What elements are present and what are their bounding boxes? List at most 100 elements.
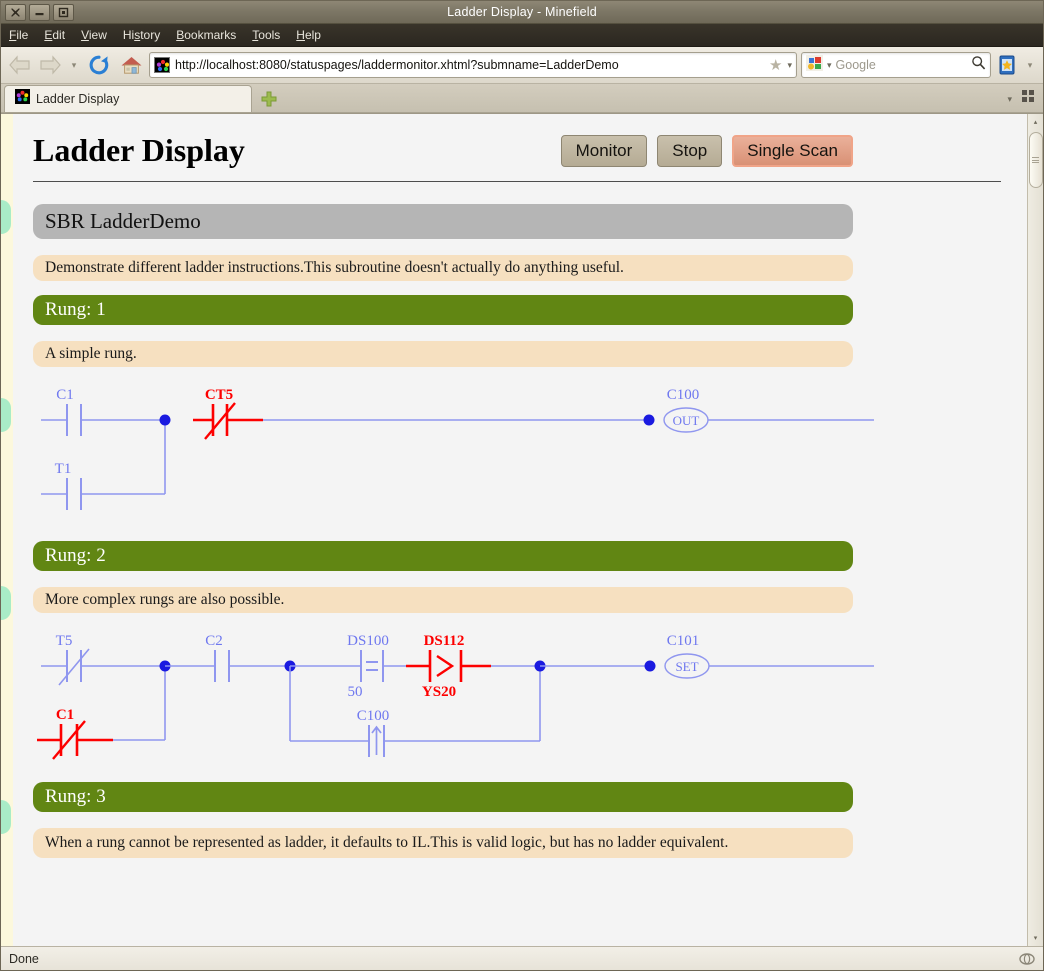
home-button[interactable] bbox=[117, 51, 145, 79]
search-engine-icon[interactable] bbox=[806, 54, 823, 76]
search-bar[interactable]: ▾ Google bbox=[801, 52, 991, 78]
rung-2-header: Rung: 2 bbox=[33, 541, 853, 571]
tab-bar-controls: ▾ bbox=[1007, 90, 1043, 112]
rung-2-ladder: T5 C1 C2 DS100 50 DS112 YS20 C100 C101 S… bbox=[21, 623, 1013, 768]
subroutine-description: Demonstrate different ladder instruction… bbox=[33, 255, 853, 281]
home-icon bbox=[121, 57, 141, 74]
bookmarks-caret-icon[interactable]: ▾ bbox=[1023, 60, 1037, 71]
status-bar: Done bbox=[1, 946, 1043, 970]
label-ys20: YS20 bbox=[422, 684, 456, 700]
back-arrow-icon bbox=[9, 55, 30, 75]
close-button[interactable] bbox=[5, 3, 26, 21]
history-dropdown-button[interactable]: ▾ bbox=[67, 60, 81, 71]
margin-marker bbox=[1, 200, 11, 234]
tab-favicon bbox=[15, 89, 30, 109]
page-content: Ladder Display Monitor Stop Single Scan … bbox=[13, 114, 1027, 946]
menu-bookmarks[interactable]: Bookmarks bbox=[176, 28, 236, 42]
tab-bar: Ladder Display ▾ bbox=[1, 84, 1043, 113]
label-ds100: DS100 bbox=[347, 633, 389, 649]
reload-icon bbox=[89, 55, 109, 75]
reload-button[interactable] bbox=[85, 51, 113, 79]
menu-history[interactable]: History bbox=[123, 28, 160, 42]
label-c100-rung2: C100 bbox=[357, 708, 390, 724]
junction-dot bbox=[159, 414, 171, 426]
plus-icon bbox=[261, 91, 277, 106]
tab-ladder-display[interactable]: Ladder Display bbox=[4, 85, 252, 112]
label-ds112: DS112 bbox=[424, 633, 465, 649]
app-grid-icon[interactable] bbox=[1022, 90, 1035, 108]
url-text: http://localhost:8080/statuspages/ladder… bbox=[175, 58, 619, 72]
status-text: Done bbox=[9, 951, 39, 966]
magnifier-icon[interactable] bbox=[971, 55, 986, 75]
scroll-up-button[interactable]: ▴ bbox=[1028, 114, 1044, 130]
menu-file[interactable]: FFileile bbox=[9, 28, 28, 42]
rung-1-diagram: C1 T1 CT5 C100 OUT bbox=[41, 387, 874, 510]
page-header: Ladder Display Monitor Stop Single Scan bbox=[21, 114, 1013, 177]
title-bar: Ladder Display - Minefield bbox=[1, 1, 1043, 24]
url-bar[interactable]: http://localhost:8080/statuspages/ladder… bbox=[149, 52, 797, 78]
rung-1-header: Rung: 1 bbox=[33, 295, 853, 325]
coil-type-out: OUT bbox=[673, 413, 700, 428]
rung-1-comment: A simple rung. bbox=[33, 341, 853, 367]
monitor-button[interactable]: Monitor bbox=[560, 134, 648, 167]
menu-view[interactable]: View bbox=[81, 28, 107, 42]
url-dropdown-icon[interactable]: ▾ bbox=[787, 60, 792, 71]
browser-window: Ladder Display - Minefield FFileile Edit… bbox=[0, 0, 1044, 971]
rung-1-ladder: C1 T1 CT5 C100 OUT bbox=[21, 377, 1013, 527]
scroll-thumb[interactable] bbox=[1028, 132, 1043, 188]
rung-3-comment: When a rung cannot be represented as lad… bbox=[33, 828, 853, 858]
margin-marker bbox=[1, 586, 11, 620]
scroll-thumb-grip bbox=[1032, 157, 1039, 163]
control-button-row: Monitor Stop Single Scan bbox=[560, 134, 1013, 167]
bookmark-star-icon[interactable]: ★ bbox=[769, 56, 782, 74]
minimize-button[interactable] bbox=[29, 3, 50, 21]
bookmarks-book-icon bbox=[999, 55, 1015, 75]
new-tab-button[interactable] bbox=[252, 85, 286, 112]
junction-dot bbox=[643, 414, 655, 426]
menu-tools[interactable]: Tools bbox=[252, 28, 280, 42]
vertical-scrollbar[interactable]: ▴ ▾ bbox=[1027, 114, 1043, 946]
single-scan-button[interactable]: Single Scan bbox=[732, 134, 853, 167]
rung-2-comment: More complex rungs are also possible. bbox=[33, 587, 853, 613]
coil-type-set: SET bbox=[675, 659, 698, 674]
navigation-toolbar: ▾ http://localhost:8080/statuspages/ladd… bbox=[1, 47, 1043, 84]
maximize-icon bbox=[58, 7, 69, 17]
menu-help[interactable]: Help bbox=[296, 28, 321, 42]
search-engine-caret-icon[interactable]: ▾ bbox=[827, 60, 832, 71]
forward-button[interactable] bbox=[37, 52, 63, 78]
forward-arrow-icon bbox=[40, 55, 61, 75]
menu-bar: FFileile Edit View History Bookmarks Too… bbox=[1, 24, 1043, 47]
label-c2: C2 bbox=[205, 633, 223, 649]
window-controls bbox=[1, 3, 74, 21]
back-button[interactable] bbox=[7, 52, 33, 78]
stop-button[interactable]: Stop bbox=[657, 134, 723, 167]
close-icon bbox=[11, 7, 20, 17]
menu-edit[interactable]: Edit bbox=[44, 28, 65, 42]
junction-dot bbox=[644, 660, 656, 672]
page-title: Ladder Display bbox=[33, 132, 245, 168]
label-c101: C101 bbox=[667, 633, 700, 649]
maximize-button[interactable] bbox=[53, 3, 74, 21]
label-t1: T1 bbox=[55, 461, 72, 477]
content-area: Ladder Display Monitor Stop Single Scan … bbox=[1, 113, 1043, 946]
margin-marker bbox=[1, 800, 11, 834]
label-c1: C1 bbox=[56, 387, 74, 403]
label-c1-rung2: C1 bbox=[56, 707, 74, 723]
label-ct5: CT5 bbox=[205, 387, 233, 403]
minimize-icon bbox=[35, 12, 44, 15]
scroll-down-button[interactable]: ▾ bbox=[1028, 930, 1044, 946]
subroutine-header: SBR LadderDemo bbox=[33, 204, 853, 239]
tab-label: Ladder Display bbox=[36, 92, 120, 106]
label-c100: C100 bbox=[667, 387, 700, 403]
header-divider bbox=[33, 181, 1001, 182]
window-title: Ladder Display - Minefield bbox=[447, 5, 597, 19]
left-margin-strip bbox=[1, 114, 13, 946]
status-right bbox=[1019, 951, 1035, 967]
label-t5: T5 bbox=[56, 633, 73, 649]
rung-3-header: Rung: 3 bbox=[33, 782, 853, 812]
label-ds100-value: 50 bbox=[348, 684, 363, 700]
scroll-track[interactable] bbox=[1028, 130, 1044, 930]
search-input[interactable]: Google bbox=[836, 58, 967, 72]
bookmarks-button[interactable] bbox=[995, 52, 1019, 78]
tab-list-caret-icon[interactable]: ▾ bbox=[1007, 94, 1012, 105]
